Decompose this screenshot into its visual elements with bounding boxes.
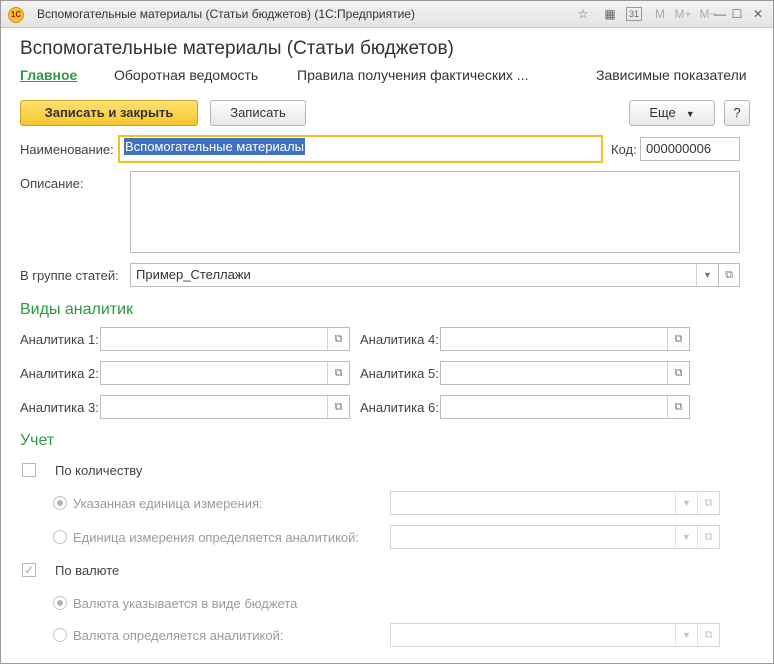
open-icon[interactable]: ⧉	[697, 526, 719, 548]
unit-field[interactable]: ▼ ⧉	[390, 491, 720, 515]
group-field[interactable]: Пример_Стеллажи ▼	[130, 263, 719, 287]
tab-dependent-indicators[interactable]: Зависимые показатели	[596, 67, 747, 83]
chevron-down-icon: ▼	[685, 109, 695, 119]
open-icon[interactable]: ⧉	[667, 362, 689, 384]
group-value: Пример_Стеллажи	[136, 267, 251, 282]
unit-specified-label: Указанная единица измерения:	[73, 496, 263, 511]
by-currency-label: По валюте	[55, 563, 120, 578]
open-icon[interactable]: ⧉	[697, 624, 719, 646]
maximize-icon[interactable]: ☐	[730, 6, 744, 22]
form-tabs: Главное Оборотная ведомость Правила полу…	[1, 67, 773, 87]
analytics-5-label: Аналитика 5:	[360, 366, 439, 381]
analytics-4-label: Аналитика 4:	[360, 332, 439, 347]
close-icon[interactable]: ✕	[751, 6, 765, 22]
unit-analytics-field[interactable]: ▼ ⧉	[390, 525, 720, 549]
tab-main[interactable]: Главное	[20, 67, 77, 83]
analytics-4-field[interactable]: ⧉	[440, 327, 690, 351]
more-button-label: Еще	[649, 105, 676, 120]
app-logo-icon: 1С	[8, 7, 24, 23]
by-currency-checkbox[interactable]: ✓	[22, 563, 36, 577]
chevron-down-icon[interactable]: ▼	[675, 492, 697, 514]
code-label: Код:	[611, 142, 637, 157]
currency-by-analytics-label: Валюта определяется аналитикой:	[73, 628, 284, 643]
accounting-section-title: Учет	[20, 432, 55, 449]
by-quantity-label: По количеству	[55, 463, 143, 478]
tab-actual-rules[interactable]: Правила получения фактических ...	[297, 67, 528, 83]
group-open-button[interactable]: ⧉	[718, 263, 740, 287]
name-value: Вспомогательные материалы	[124, 138, 305, 155]
open-icon[interactable]: ⧉	[697, 492, 719, 514]
checkmark-icon: ✓	[23, 563, 35, 577]
help-button[interactable]: ?	[724, 100, 750, 126]
analytics-2-field[interactable]: ⧉	[100, 361, 350, 385]
window-title: Вспомогательные материалы (Статьи бюджет…	[37, 7, 415, 21]
chevron-down-icon[interactable]: ▼	[696, 264, 718, 286]
analytics-1-label: Аналитика 1:	[20, 332, 99, 347]
tab-turnover[interactable]: Оборотная ведомость	[114, 67, 258, 83]
memory-plus-icon[interactable]: M+	[673, 6, 693, 22]
unit-specified-radio[interactable]	[53, 496, 67, 510]
title-bar: 1С Вспомогательные материалы (Статьи бюд…	[1, 1, 773, 28]
memory-m-icon[interactable]: M	[653, 6, 667, 22]
open-icon: ⧉	[725, 269, 733, 281]
save-button[interactable]: Записать	[210, 100, 306, 126]
name-field[interactable]: Вспомогательные материалы	[118, 135, 603, 163]
form-title: Вспомогательные материалы (Статьи бюджет…	[20, 38, 454, 59]
code-field[interactable]: 000000006	[640, 137, 740, 161]
open-icon[interactable]: ⧉	[327, 396, 349, 418]
group-label: В группе статей:	[20, 268, 119, 283]
description-field[interactable]	[130, 171, 740, 253]
analytics-2-label: Аналитика 2:	[20, 366, 99, 381]
save-and-close-button[interactable]: Записать и закрыть	[20, 100, 198, 126]
calendar-icon[interactable]: 31	[626, 7, 642, 21]
analytics-1-field[interactable]: ⧉	[100, 327, 350, 351]
currency-by-analytics-radio[interactable]	[53, 628, 67, 642]
analytics-3-label: Аналитика 3:	[20, 400, 99, 415]
open-icon[interactable]: ⧉	[667, 328, 689, 350]
analytics-6-field[interactable]: ⧉	[440, 395, 690, 419]
analytics-section-title: Виды аналитик	[20, 301, 134, 318]
star-icon[interactable]: ☆	[576, 6, 590, 22]
unit-by-analytics-label: Единица измерения определяется аналитико…	[73, 530, 360, 545]
open-icon[interactable]: ⧉	[327, 328, 349, 350]
by-quantity-checkbox[interactable]	[22, 463, 36, 477]
description-label: Описание:	[20, 176, 84, 191]
analytics-5-field[interactable]: ⧉	[440, 361, 690, 385]
name-label: Наименование:	[20, 142, 114, 157]
form-window: 1С Вспомогательные материалы (Статьи бюд…	[0, 0, 774, 664]
open-icon[interactable]: ⧉	[667, 396, 689, 418]
currency-analytics-field[interactable]: ▼ ⧉	[390, 623, 720, 647]
currency-in-budget-radio[interactable]	[53, 596, 67, 610]
analytics-3-field[interactable]: ⧉	[100, 395, 350, 419]
minimize-icon[interactable]: —	[713, 6, 727, 22]
chevron-down-icon[interactable]: ▼	[675, 526, 697, 548]
chevron-down-icon[interactable]: ▼	[675, 624, 697, 646]
currency-in-budget-label: Валюта указывается в виде бюджета	[73, 596, 298, 611]
more-button[interactable]: Еще ▼	[629, 100, 715, 126]
analytics-6-label: Аналитика 6:	[360, 400, 439, 415]
unit-by-analytics-radio[interactable]	[53, 530, 67, 544]
open-icon[interactable]: ⧉	[327, 362, 349, 384]
calculator-icon[interactable]: ▦	[603, 6, 617, 22]
